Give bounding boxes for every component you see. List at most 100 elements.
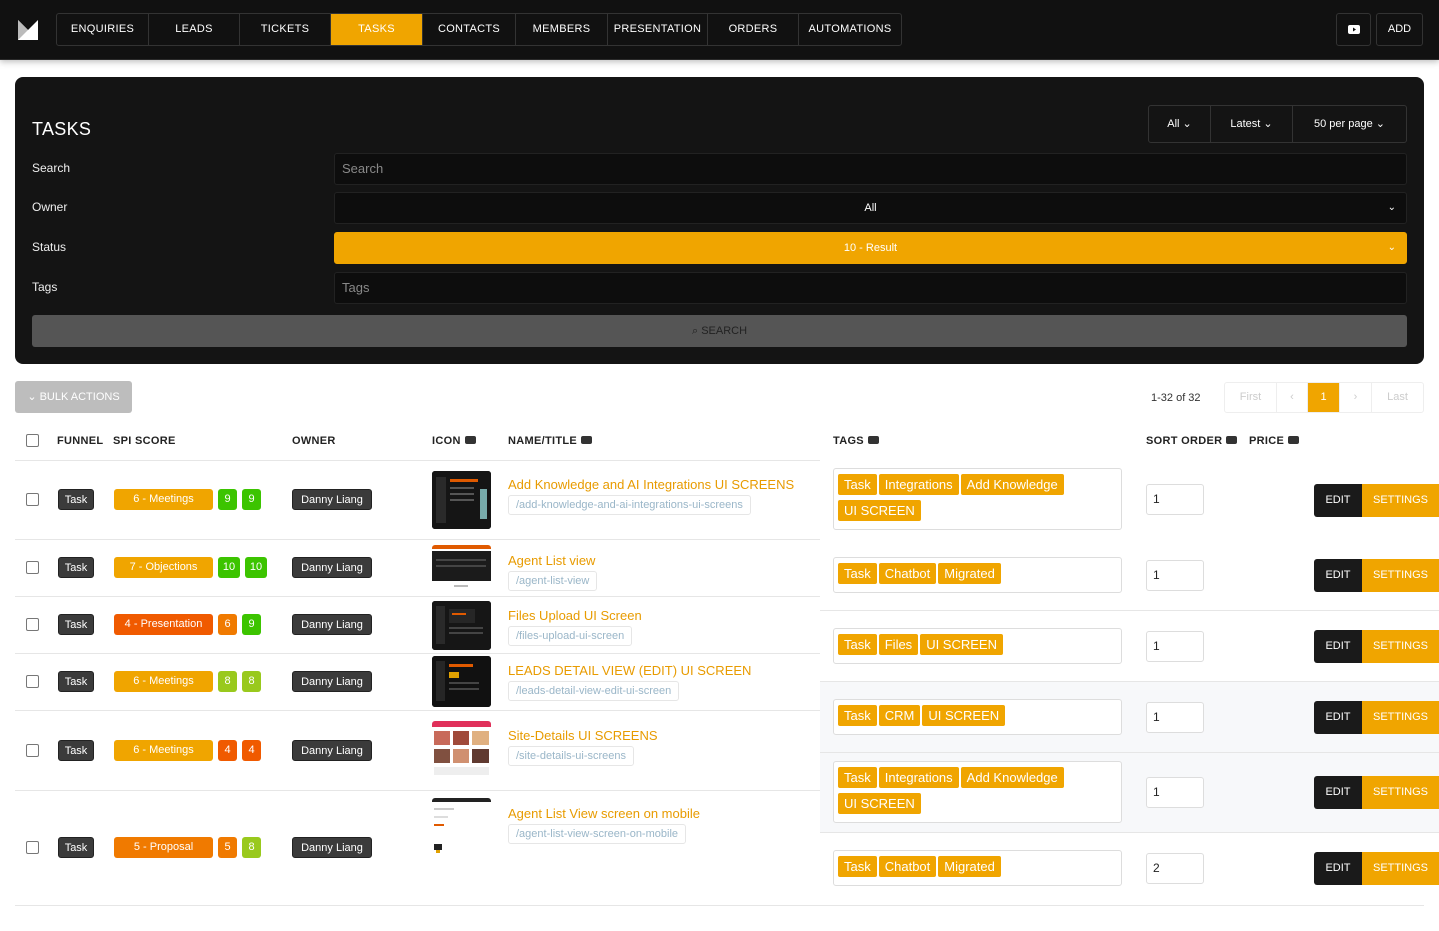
page-prev[interactable]: ‹ — [1277, 383, 1308, 412]
tag-list[interactable]: Task Integrations Add Knowledge UI SCREEN — [833, 468, 1122, 530]
add-button[interactable]: ADD — [1376, 13, 1423, 46]
tab-tickets[interactable]: TICKETS — [240, 14, 331, 45]
tab-leads[interactable]: LEADS — [149, 14, 240, 45]
filter-dropdown[interactable]: All ⌄ — [1149, 106, 1211, 142]
tab-tasks[interactable]: TASKS — [331, 14, 423, 45]
task-thumbnail[interactable] — [432, 545, 491, 591]
tag-chip: Files — [878, 634, 919, 655]
tag-chip: Task — [838, 767, 877, 788]
edit-button[interactable]: EDIT — [1314, 852, 1362, 885]
column-name-title[interactable]: NAME/TITLE — [508, 435, 592, 447]
edit-button[interactable]: EDIT — [1314, 701, 1362, 734]
settings-button[interactable]: SETTINGS — [1362, 630, 1439, 663]
screen-preview-icon — [432, 471, 491, 529]
tab-enquiries[interactable]: ENQUIRIES — [57, 14, 149, 45]
page-next[interactable]: › — [1340, 383, 1372, 412]
row-checkbox[interactable] — [26, 618, 39, 631]
search-button[interactable]: ⌕ SEARCH — [32, 315, 1407, 347]
task-slug: /agent-list-view — [508, 571, 598, 591]
tag-chip: CRM — [878, 705, 921, 726]
tab-presentation[interactable]: PRESENTATION — [608, 14, 708, 45]
column-spi-score[interactable]: SPI SCORE — [113, 435, 176, 447]
task-thumbnail[interactable] — [432, 721, 491, 779]
row-divider — [15, 539, 820, 540]
row-checkbox[interactable] — [26, 841, 39, 854]
row-checkbox[interactable] — [26, 744, 39, 757]
page-1[interactable]: 1 — [1308, 383, 1340, 412]
screen-preview-icon — [432, 798, 491, 858]
column-tags[interactable]: TAGS — [833, 435, 879, 447]
tab-members[interactable]: MEMBERS — [516, 14, 608, 45]
settings-button[interactable]: SETTINGS — [1362, 852, 1439, 885]
brand-logo-icon[interactable] — [18, 20, 38, 40]
task-title-link[interactable]: Agent List View screen on mobile — [508, 806, 700, 821]
sort-order-input[interactable]: 1 — [1146, 702, 1204, 733]
settings-button[interactable]: SETTINGS — [1362, 559, 1439, 592]
sort-order-input[interactable]: 1 — [1146, 631, 1204, 662]
task-title-link[interactable]: Files Upload UI Screen — [508, 608, 642, 623]
tag-list[interactable]: Task Integrations Add Knowledge UI SCREEN — [833, 761, 1122, 823]
owner-badge: Danny Liang — [292, 489, 372, 510]
row-divider — [15, 653, 820, 654]
edit-button[interactable]: EDIT — [1314, 484, 1362, 517]
column-owner[interactable]: OWNER — [292, 435, 336, 447]
tab-contacts[interactable]: CONTACTS — [423, 14, 516, 45]
row-divider — [15, 460, 820, 461]
task-thumbnail[interactable] — [432, 601, 491, 650]
tab-automations[interactable]: AUTOMATIONS — [799, 14, 901, 45]
edit-button[interactable]: EDIT — [1314, 559, 1362, 592]
page-title: TASKS — [32, 119, 92, 139]
bulk-actions-button[interactable]: ⌄ BULK ACTIONS — [15, 381, 132, 413]
tags-input[interactable]: Tags — [334, 272, 1407, 304]
funnel-badge: Task — [58, 489, 94, 510]
video-button[interactable] — [1336, 13, 1371, 46]
sort-order-input[interactable]: 1 — [1146, 777, 1204, 808]
status-select[interactable]: 10 - Result ⌄ — [334, 232, 1407, 264]
column-funnel[interactable]: FUNNEL — [57, 435, 103, 447]
table-bottom-divider — [15, 905, 1424, 906]
tag-chip: Integrations — [878, 767, 959, 788]
sort-order-input[interactable]: 1 — [1146, 484, 1204, 515]
task-title-link[interactable]: Agent List view — [508, 553, 595, 568]
task-title-link[interactable]: LEADS DETAIL VIEW (EDIT) UI SCREEN — [508, 663, 751, 678]
per-page-dropdown[interactable]: 50 per page ⌄ — [1293, 106, 1406, 142]
column-price[interactable]: PRICE — [1249, 435, 1300, 447]
edit-button[interactable]: EDIT — [1314, 630, 1362, 663]
tag-list[interactable]: Task CRM UI SCREEN — [833, 699, 1122, 735]
sort-order-input[interactable]: 2 — [1146, 853, 1204, 884]
task-slug: /agent-list-view-screen-on-mobile — [508, 824, 687, 844]
row-checkbox[interactable] — [26, 493, 39, 506]
search-label: Search — [32, 161, 71, 175]
task-title-link[interactable]: Site-Details UI SCREENS — [508, 728, 658, 743]
row-checkbox[interactable] — [26, 561, 39, 574]
per-page-label: 50 per page — [1314, 118, 1373, 130]
page-first[interactable]: First — [1225, 383, 1277, 412]
task-thumbnail[interactable] — [432, 656, 491, 707]
row-checkbox[interactable] — [26, 675, 39, 688]
task-title-link[interactable]: Add Knowledge and AI Integrations UI SCR… — [508, 477, 794, 492]
settings-button[interactable]: SETTINGS — [1362, 484, 1439, 517]
column-sort-order[interactable]: SORT ORDER — [1146, 435, 1238, 447]
owner-select[interactable]: All ⌄ — [334, 192, 1407, 224]
score-badge: 5 — [218, 837, 237, 858]
top-navbar: ENQUIRIES LEADS TICKETS TASKS CONTACTS M… — [0, 0, 1439, 60]
sort-order-input[interactable]: 1 — [1146, 560, 1204, 591]
row-divider — [15, 710, 820, 711]
tags-label: Tags — [32, 280, 58, 294]
task-thumbnail[interactable] — [432, 471, 491, 529]
page-last[interactable]: Last — [1372, 383, 1423, 412]
settings-button[interactable]: SETTINGS — [1362, 701, 1439, 734]
tag-list[interactable]: Task Chatbot Migrated — [833, 850, 1122, 886]
select-all-checkbox[interactable] — [26, 434, 39, 447]
column-icon[interactable]: ICON — [432, 435, 476, 447]
sort-dropdown[interactable]: Latest ⌄ — [1211, 106, 1293, 142]
tag-list[interactable]: Task Files UI SCREEN — [833, 628, 1122, 664]
score-badge: 8 — [218, 671, 237, 692]
tab-orders[interactable]: ORDERS — [708, 14, 799, 45]
edit-button[interactable]: EDIT — [1314, 776, 1362, 809]
task-thumbnail[interactable] — [432, 798, 491, 858]
search-input[interactable]: Search — [334, 153, 1407, 185]
tag-list[interactable]: Task Chatbot Migrated — [833, 557, 1122, 593]
task-slug: /leads-detail-view-edit-ui-screen — [508, 681, 680, 701]
settings-button[interactable]: SETTINGS — [1362, 776, 1439, 809]
